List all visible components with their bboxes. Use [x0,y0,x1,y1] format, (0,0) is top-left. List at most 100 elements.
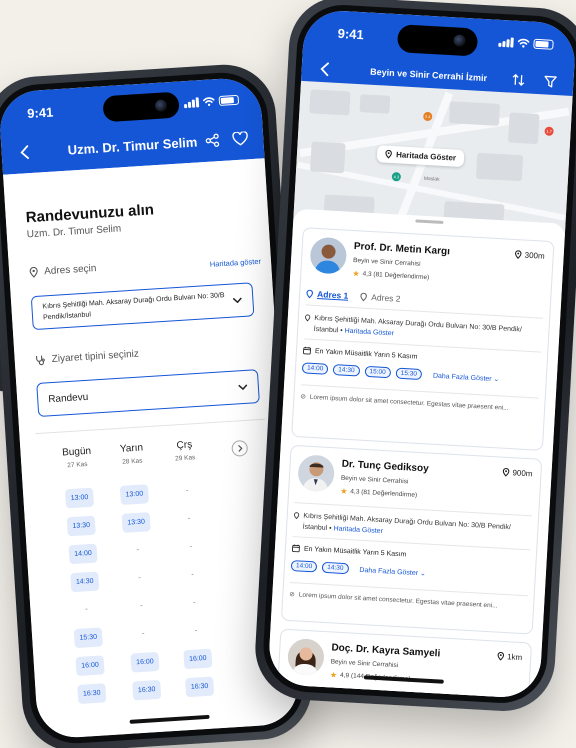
star-icon: ★ [329,670,338,680]
show-more-label: Daha Fazla Göster [432,372,492,383]
doctor-address: Kıbrıs Şehitliği Mah. Aksaray Durağı Ord… [304,312,543,347]
show-on-map-link[interactable]: Haritada Göster [344,328,394,338]
address-label-text: Adres seçin [43,263,97,278]
time-slot-button[interactable]: 13:30 [121,512,151,533]
doctor-avatar [297,454,336,493]
show-more-label: Daha Fazla Göster [359,566,419,577]
time-chip[interactable]: 15:30 [395,367,423,381]
back-arrow-icon[interactable] [13,141,36,164]
location-pin-icon [502,467,510,477]
sheet-drag-handle[interactable] [415,219,444,224]
nav-bar: Uzm. Dr. Timur Selim [1,126,264,164]
signal-icon [183,97,200,109]
tab-address-2[interactable]: Adres 2 [360,291,401,304]
chevron-right-icon [237,445,243,452]
show-on-map-button[interactable]: Haritada Göster [376,145,465,168]
time-slot-button[interactable]: 16:00 [130,651,160,673]
time-chip[interactable]: 14:00 [290,560,318,573]
doctor-distance: 900m [502,467,533,479]
doctor-name: Dr. Tunç Gediksoy [341,458,429,475]
map-pin[interactable]: 1.7 [544,126,554,136]
stethoscope-icon [35,355,45,366]
time-slot-button[interactable]: 16:00 [183,648,213,670]
time-slot-button[interactable]: 15:30 [73,627,103,649]
time-slot-button[interactable]: 13:00 [64,487,95,509]
section-divider [35,418,265,435]
doctor-specialty: Beyin ve Sinir Cerrahisi [340,474,409,486]
dynamic-island [396,24,479,57]
doctor-distance: 300m [514,250,545,261]
time-slot-button[interactable]: 16:30 [132,679,162,701]
time-slot-button[interactable]: 16:30 [77,683,107,705]
doctor-card[interactable]: Prof. Dr. Metin Kargı Beyin ve Sinir Cer… [291,227,555,451]
location-pin-icon [29,266,38,278]
page-title: Randevunuzu alın [25,201,155,227]
time-slot-button[interactable]: 16:30 [185,676,215,698]
chevron-down-icon: ⌄ [419,569,427,578]
doctor-subtitle: Uzm. Dr. Timur Selim [26,223,122,241]
availability-text: En Yakın Müsaitlik Yarın 5 Kasım [303,545,407,558]
distance-text: 900m [512,468,533,479]
time-slot-button[interactable]: 13:30 [66,515,96,537]
address-label: Adres seçin [29,263,97,278]
time-chip[interactable]: 14:30 [332,364,360,377]
location-pin-icon [497,651,504,661]
show-more-button[interactable]: Daha Fazla Göster ⌄ [359,565,426,577]
doctor-card[interactable]: Dr. Tunç Gediksoy Beyin ve Sinir Cerrahi… [280,444,543,635]
sort-icon[interactable] [507,68,530,91]
next-days-button[interactable] [231,439,249,457]
filter-icon[interactable] [539,70,562,93]
header-title: Uzm. Dr. Timur Selim [67,133,198,158]
slot-unavailable: - [187,513,191,523]
visit-type-select[interactable]: Randevu [36,369,260,417]
show-more-button[interactable]: Daha Fazla Göster ⌄ [433,371,500,383]
heart-icon[interactable] [229,127,252,150]
slot-unavailable: - [136,544,140,555]
slot-unavailable: - [190,569,195,579]
status-icons [183,94,240,109]
doctor-list-screen: 9:41 Beyin ve Sinir Cerrahi İzmir 2.4 4.… [267,8,576,700]
time-chip[interactable]: 14:30 [321,561,349,575]
time-slot-button[interactable]: 13:00 [119,484,149,505]
doctor-specialty: Beyin ve Sinir Cerrahisi [352,257,421,268]
status-time: 9:41 [26,103,54,121]
distance-text: 1km [506,652,523,663]
status-icons [498,37,554,50]
time-chip[interactable]: 15:00 [364,365,392,379]
doctor-rating: ★ 4,3 (81 Değerlendirme) [352,269,429,282]
time-slot-button[interactable]: 16:00 [75,655,105,677]
day-header-today: Bugün 27 Kas [54,445,99,470]
time-chip[interactable]: 14:00 [301,362,329,375]
slot-unavailable: - [137,572,142,582]
doctor-list-sheet: Prof. Dr. Metin Kargı Beyin ve Sinir Cer… [267,208,566,700]
availability: En Yakın Müsaitlik Yarın 5 Kasım [303,346,418,360]
doctor-address: Kıbrıs Şehitliği Mah. Aksaray Durağı Ord… [293,510,532,545]
tab-address-1[interactable]: Adres 1 [306,288,349,301]
distance-text: 300m [524,250,545,261]
map-place-label: Maslak [423,175,440,183]
info-icon: ⊘ [289,590,296,599]
signal-icon [498,37,514,48]
time-slot-button[interactable]: 14:00 [68,543,98,565]
dynamic-island [102,91,180,123]
location-pin-icon [360,292,368,301]
address-select[interactable]: Kıbrıs Şehitliği Mah. Aksaray Durağı Ord… [30,282,255,331]
availability-text: En Yakın Müsaitlik Yarın 5 Kasım [314,347,418,361]
time-slot-button[interactable]: 14:30 [70,571,100,593]
rating-text: 4,3 (81 Değerlendirme) [350,488,418,499]
back-arrow-icon[interactable] [313,58,336,81]
doctor-name: Doç. Dr. Kayra Samyeli [331,642,441,660]
share-icon[interactable] [201,129,224,152]
battery-icon [218,94,240,106]
show-on-map-link[interactable]: Haritada Göster [333,525,383,535]
chevron-down-icon [232,297,242,304]
map-pin[interactable]: 2.4 [423,111,433,122]
star-icon: ★ [352,268,360,279]
doctor-distance: 1km [497,651,523,663]
map-pin[interactable]: 4.3 [391,172,402,182]
battery-icon [533,38,554,50]
show-on-map-link[interactable]: Haritada göster [210,257,262,269]
time-chips: 14:00 14:30 Daha Fazla Göster ⌄ [290,560,529,584]
location-pin-icon [514,250,522,259]
doctor-avatar [286,638,325,676]
